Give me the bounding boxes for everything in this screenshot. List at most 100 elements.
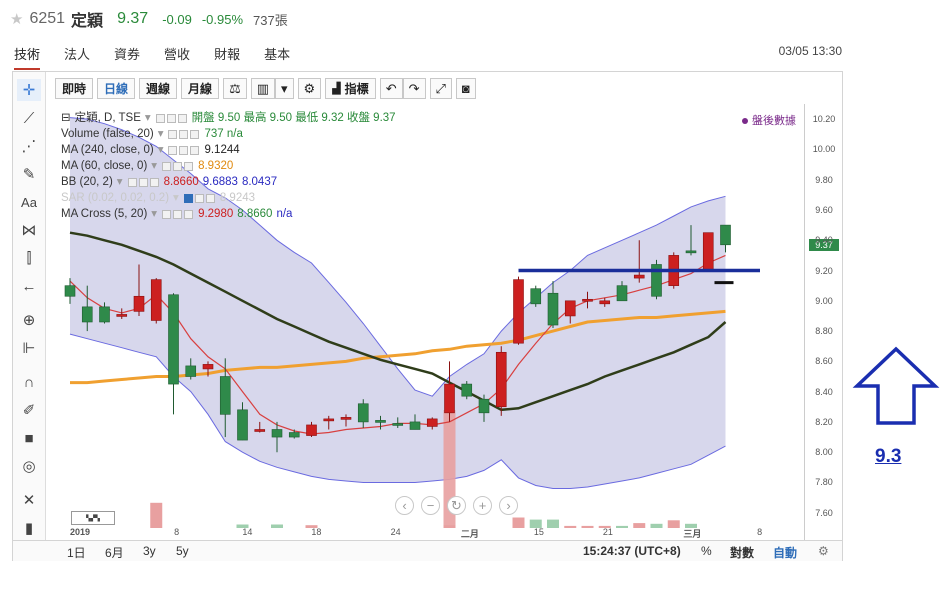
candle-body xyxy=(513,279,524,344)
axis-settings-icon[interactable]: ⚙ xyxy=(818,544,829,558)
candle-body xyxy=(219,376,231,415)
brush-tool-icon[interactable]: ✎ xyxy=(17,163,41,185)
collapse-icon[interactable]: ⊟ xyxy=(61,110,71,126)
candle-body xyxy=(685,250,697,254)
price-axis[interactable]: 9.37 7.60 7.80 8.00 8.20 8.40 8.60 8.80 9.00 9.2… xyxy=(804,104,842,540)
pattern-tool-icon[interactable]: ⋈ xyxy=(17,219,41,241)
sar-gear-icon[interactable] xyxy=(194,193,204,203)
time-tick-label: 8 xyxy=(174,527,180,537)
ma240-eye-icon[interactable] xyxy=(168,145,178,155)
redo-icon[interactable]: ↷ xyxy=(402,78,426,99)
interval-realtime-button[interactable]: 即時 xyxy=(55,78,94,99)
tools-icon[interactable]: ✕ xyxy=(17,489,41,511)
undo-icon[interactable]: ↶ xyxy=(379,78,403,99)
sar-eye-icon[interactable] xyxy=(183,193,193,203)
legend-ma-cross: MA Cross (5, 20) ▾ 9.2980 8.8660 n/a xyxy=(61,206,396,222)
fork-tool-icon[interactable]: ⋰ xyxy=(17,135,41,157)
legend-cross-label: MA Cross (5, 20) xyxy=(61,208,148,220)
lock-icon[interactable]: ■ xyxy=(17,427,41,449)
bb-eye-icon[interactable] xyxy=(127,177,137,187)
price-tick-label: 7.80 xyxy=(815,477,833,488)
candle-body xyxy=(530,288,542,305)
time-axis[interactable]: 2019 8 14 18 24 二月 15 21 三月 8 xyxy=(57,523,804,540)
tab-technical[interactable]: 技術 xyxy=(14,42,41,70)
tab-bar: 技術 法人 資券 營收 財報 基本 xyxy=(14,42,314,70)
sar-dropdown-icon[interactable]: ▾ xyxy=(173,190,179,206)
zoom-in-icon[interactable]: + xyxy=(473,496,492,515)
zoom-tool-icon[interactable]: ⊕ xyxy=(17,309,41,331)
range-1d[interactable]: 1日 xyxy=(67,544,86,561)
ruler-tool-icon[interactable]: ⊩ xyxy=(17,337,41,359)
arrow-tool-icon[interactable]: ← xyxy=(17,275,41,297)
candle-body xyxy=(720,224,731,246)
ma240-gear-icon[interactable] xyxy=(179,145,189,155)
reset-zoom-icon[interactable]: ↻ xyxy=(447,496,466,515)
chart-type-dropdown-icon[interactable]: ▾ xyxy=(275,78,294,99)
legend-eye-icon[interactable] xyxy=(155,113,165,123)
cross-gear-icon[interactable] xyxy=(173,209,183,219)
indicator-button[interactable]: ▟ 指標 xyxy=(325,78,376,99)
magnet-tool-icon[interactable]: ∩ xyxy=(17,371,41,393)
ma60-dropdown-icon[interactable]: ▾ xyxy=(151,158,157,174)
settings-gear-icon[interactable]: ⚙ xyxy=(297,78,322,99)
cross-eye-icon[interactable] xyxy=(162,209,172,219)
legend-close-icon[interactable] xyxy=(177,113,187,123)
bb-dropdown-icon[interactable]: ▾ xyxy=(117,174,123,190)
range-5y[interactable]: 5y xyxy=(176,544,189,558)
visibility-icon[interactable]: ◎ xyxy=(17,455,41,477)
legend-gear-icon[interactable] xyxy=(166,113,176,123)
ma240-close-icon[interactable] xyxy=(190,145,200,155)
ma60-close-icon[interactable] xyxy=(184,161,194,171)
candle-body xyxy=(185,365,197,377)
candle-body xyxy=(461,383,473,397)
compare-icon[interactable]: ⚖ xyxy=(223,78,247,99)
bb-close-icon[interactable] xyxy=(149,177,159,187)
candle-body xyxy=(133,295,145,312)
tab-revenue[interactable]: 營收 xyxy=(164,42,190,70)
zoom-out-icon[interactable]: − xyxy=(421,496,440,515)
trash-icon[interactable]: ▮ xyxy=(17,517,41,539)
range-3y[interactable]: 3y xyxy=(143,544,156,558)
ma60-eye-icon[interactable] xyxy=(162,161,172,171)
interval-daily-button[interactable]: 日線 xyxy=(97,78,136,99)
volume-eye-icon[interactable] xyxy=(168,129,178,139)
price-change: -0.09 xyxy=(162,11,192,27)
cross-close-icon[interactable] xyxy=(184,209,194,219)
sar-close-icon[interactable] xyxy=(205,193,215,203)
percent-toggle[interactable]: % xyxy=(701,544,712,558)
candle-body xyxy=(150,279,162,321)
camera-icon[interactable]: ◙ xyxy=(455,78,476,99)
volume-dropdown-icon[interactable]: ▾ xyxy=(158,126,164,142)
scroll-left-icon[interactable]: ‹ xyxy=(395,496,414,515)
auto-scale-toggle[interactable]: 自動 xyxy=(773,544,797,561)
favorite-star-icon[interactable]: ★ xyxy=(10,10,23,28)
measure-tool-icon[interactable]: ⫿ xyxy=(17,247,41,269)
volume-close-icon[interactable] xyxy=(190,129,200,139)
interval-monthly-button[interactable]: 月線 xyxy=(181,78,220,99)
log-toggle[interactable]: 對數 xyxy=(730,544,754,561)
crosshair-tool-icon[interactable]: ✛ xyxy=(17,79,41,101)
chart-type-icon[interactable]: ▥ xyxy=(250,78,276,99)
ma240-dropdown-icon[interactable]: ▾ xyxy=(158,142,164,158)
volume-gear-icon[interactable] xyxy=(179,129,189,139)
tab-basic[interactable]: 基本 xyxy=(264,42,290,70)
legend: ⊟ 定穎, D, TSE ▾ 開盤 9.50 最高 9.50 最低 9.32 收盤 9… xyxy=(61,110,396,222)
draw-mode-icon[interactable]: ✐ xyxy=(17,399,41,421)
text-tool-icon[interactable]: Aa xyxy=(17,191,41,213)
tab-financials[interactable]: 財報 xyxy=(214,42,240,70)
scroll-right-icon[interactable]: › xyxy=(499,496,518,515)
tab-institutional[interactable]: 法人 xyxy=(64,42,90,70)
legend-dropdown-icon[interactable]: ▾ xyxy=(145,110,151,126)
fullscreen-icon[interactable]: ⤢ xyxy=(429,78,452,99)
ma60-gear-icon[interactable] xyxy=(173,161,183,171)
range-6m[interactable]: 6月 xyxy=(105,544,124,561)
after-hours-label[interactable]: 盤後數據 xyxy=(742,112,796,128)
tab-margin[interactable]: 資券 xyxy=(114,42,140,70)
trendline-tool-icon[interactable]: ⟋ xyxy=(17,107,41,129)
price-tick-label: 8.20 xyxy=(815,416,833,427)
bb-gear-icon[interactable] xyxy=(138,177,148,187)
interval-weekly-button[interactable]: 週線 xyxy=(139,78,178,99)
cross-dropdown-icon[interactable]: ▾ xyxy=(151,206,157,222)
price-change-pct: -0.95% xyxy=(201,11,244,27)
candle-body xyxy=(116,314,128,317)
